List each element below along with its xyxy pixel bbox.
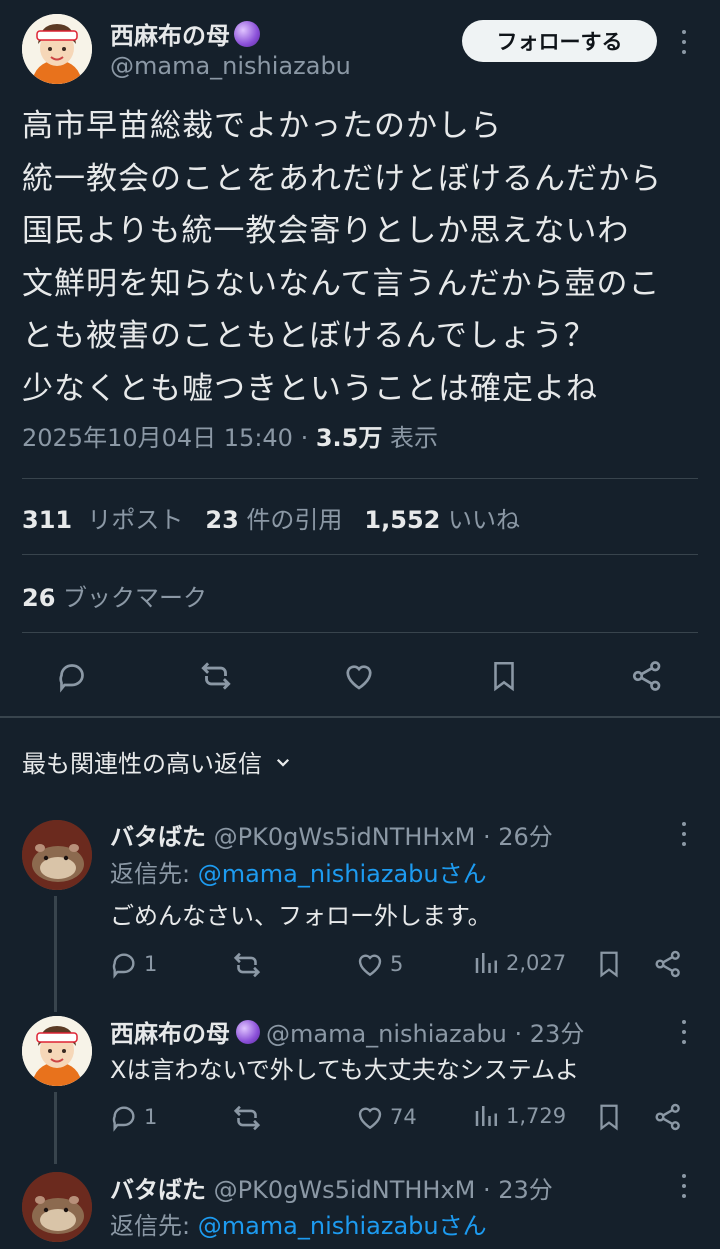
- reply-action-bar: 1 74 1,729: [108, 1101, 698, 1137]
- tweet-line: 文鮮明を知らないなんて言うんだから壺のこ: [22, 265, 661, 302]
- share-icon[interactable]: [652, 1101, 684, 1133]
- reply-button[interactable]: 1: [108, 1101, 157, 1133]
- reply-text: ごめんなさい、フォロー外します。: [110, 902, 492, 930]
- hamster-photo: [22, 820, 92, 890]
- views-button[interactable]: 2,027: [472, 948, 566, 978]
- reply-author-name[interactable]: バタばた: [110, 823, 206, 851]
- divider: [22, 478, 698, 479]
- sort-label: 最も関連性の高い返信: [22, 750, 262, 778]
- replying-to: 返信先: @mama_nishiazabuさん: [110, 860, 487, 888]
- tweet-line: 少なくとも嘘つきということは確定よね: [22, 370, 598, 407]
- reply-author-name[interactable]: バタばた: [110, 1176, 206, 1204]
- thread-line: [54, 1092, 57, 1164]
- replying-to-link[interactable]: @mama_nishiazabu: [198, 1212, 439, 1240]
- reply-handle-time[interactable]: @mama_nishiazabu · 23分: [266, 1014, 584, 1049]
- author-avatar[interactable]: [22, 14, 92, 84]
- author-avatar-illustration: [22, 14, 92, 84]
- like-button[interactable]: 5: [354, 948, 403, 980]
- reply-text: Xは言わないで外しても大丈夫なシステムよ: [110, 1056, 580, 1084]
- reply-button[interactable]: 1: [108, 948, 157, 980]
- reply-avatar[interactable]: [22, 1016, 92, 1086]
- divider: [22, 554, 698, 555]
- divider: [22, 632, 698, 633]
- reply-header: バタばた @PK0gWs5idNTHHxM · 26分: [110, 817, 553, 852]
- reply-icon[interactable]: [52, 656, 92, 696]
- bookmarks-stat[interactable]: 26 ブックマーク: [22, 578, 207, 613]
- section-divider: [0, 716, 720, 718]
- tweet-action-bar: [0, 650, 720, 702]
- retweet-icon[interactable]: [196, 656, 236, 696]
- bookmark-icon[interactable]: [484, 656, 524, 696]
- reposts-stat[interactable]: 311 リポスト: [22, 500, 183, 535]
- reply-avatar[interactable]: [22, 1172, 92, 1242]
- retweet-button[interactable]: [230, 948, 268, 982]
- engagement-stats: 311 リポスト 23 件の引用 1,552 いいね: [22, 500, 520, 535]
- bookmark-icon[interactable]: [594, 1101, 624, 1133]
- heart-icon: [358, 954, 382, 977]
- reply-icon: [112, 953, 135, 979]
- crystal-ball-emoji-icon: [234, 20, 260, 47]
- likes-stat[interactable]: 1,552 いいね: [364, 500, 520, 535]
- replying-to: 返信先: @mama_nishiazabuさん: [110, 1212, 487, 1240]
- more-options-icon[interactable]: [680, 1020, 688, 1044]
- hamster-photo: [22, 1172, 92, 1242]
- views-label: 表示: [382, 424, 438, 452]
- tweet-meta: 2025年10月04日 15:40 · 3.5万 表示: [22, 418, 438, 453]
- heart-icon: [358, 1107, 382, 1130]
- reply-header: バタばた @PK0gWs5idNTHHxM · 23分: [110, 1170, 553, 1205]
- analytics-icon: [475, 1106, 497, 1126]
- reply-handle-time[interactable]: @PK0gWs5idNTHHxM · 26分: [214, 823, 553, 851]
- crystal-ball-emoji-icon: [236, 1019, 260, 1044]
- thread-line: [54, 896, 57, 1012]
- tweet-datetime[interactable]: 2025年10月04日 15:40 ·: [22, 424, 316, 452]
- tweet-line: 統一教会のことをあれだけとぼけるんだから: [22, 160, 662, 197]
- reply-handle-time[interactable]: @PK0gWs5idNTHHxM · 23分: [214, 1176, 553, 1204]
- author-avatar-illustration: [22, 1016, 92, 1086]
- reply-sort-selector[interactable]: 最も関連性の高い返信: [22, 744, 292, 779]
- more-options-icon[interactable]: [680, 30, 688, 54]
- author-name-row[interactable]: 西麻布の母: [110, 16, 260, 51]
- author-handle[interactable]: @mama_nishiazabu: [110, 52, 351, 80]
- tweet-line: 高市早苗総裁でよかったのかしら: [22, 108, 502, 144]
- tweet-text: 高市早苗総裁でよかったのかしら 統一教会のことをあれだけとぼけるんだから 国民よ…: [22, 100, 702, 415]
- analytics-icon: [475, 953, 497, 973]
- replying-to-link[interactable]: @mama_nishiazabu: [198, 860, 439, 888]
- views-button[interactable]: 1,729: [472, 1101, 566, 1131]
- retweet-icon: [233, 1105, 261, 1131]
- author-name[interactable]: 西麻布の母: [110, 16, 230, 51]
- retweet-icon: [233, 952, 261, 978]
- heart-icon[interactable]: [339, 656, 379, 696]
- bookmark-icon[interactable]: [594, 948, 624, 980]
- reply-icon: [112, 1106, 135, 1132]
- share-icon[interactable]: [627, 656, 667, 696]
- quotes-stat[interactable]: 23 件の引用: [205, 500, 342, 535]
- more-options-icon[interactable]: [680, 822, 688, 846]
- tweet-line: 国民よりも統一教会寄りとしか思えないわ: [22, 213, 630, 249]
- chevron-down-icon: [276, 758, 290, 767]
- retweet-button[interactable]: [230, 1101, 268, 1135]
- share-icon[interactable]: [652, 948, 684, 980]
- more-options-icon[interactable]: [680, 1174, 688, 1198]
- tweet-line: とも被害のこともとぼけるんでしょう？: [22, 318, 596, 354]
- follow-button[interactable]: フォローする: [462, 20, 657, 62]
- like-button[interactable]: 74: [354, 1101, 417, 1133]
- views-count: 3.5万: [315, 424, 383, 452]
- reply-action-bar: 1 5 2,027: [108, 948, 698, 984]
- reply-header: 西麻布の母 @mama_nishiazabu · 23分: [110, 1014, 584, 1049]
- reply-author-name[interactable]: 西麻布の母: [110, 1014, 230, 1049]
- reply-avatar[interactable]: [22, 820, 92, 890]
